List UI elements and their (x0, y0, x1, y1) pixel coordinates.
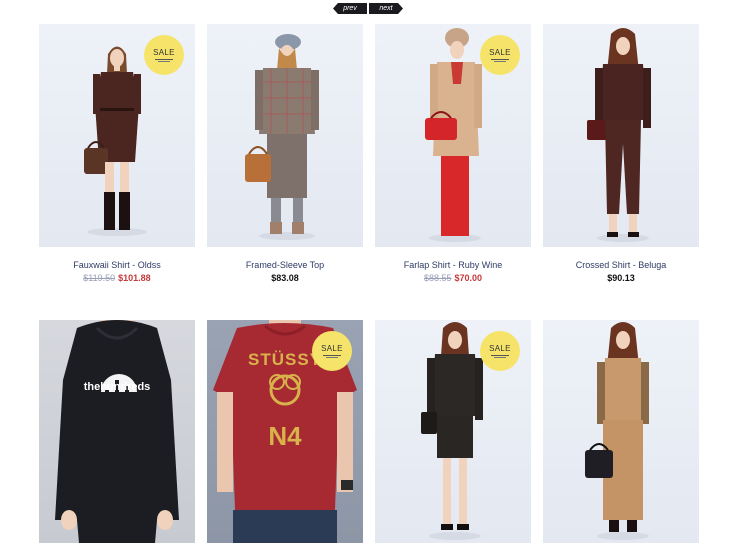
product-title[interactable]: Crossed Shirt - Beluga (543, 260, 699, 270)
product-image[interactable]: SALE (375, 24, 531, 247)
next-button[interactable]: next (369, 3, 403, 14)
prev-button[interactable]: prev (333, 3, 367, 14)
original-price: $119.50 (83, 273, 116, 283)
product-title[interactable]: Farlap Shirt - Ruby Wine (375, 260, 531, 270)
sale-price: $101.88 (118, 273, 151, 283)
model-figure-icon (587, 28, 651, 242)
sale-badge: SALE (480, 35, 520, 75)
product-image[interactable] (207, 24, 363, 247)
product-card[interactable]: thehundreds (39, 320, 195, 543)
price-line: $90.13 (543, 273, 699, 283)
product-card[interactable]: N4 STÜSSY SALE (207, 320, 363, 543)
brand-print-text: thehundreds (83, 381, 151, 393)
sale-badge-label: SALE (489, 344, 511, 353)
product-title[interactable]: Framed-Sleeve Top (207, 260, 363, 270)
product-card[interactable]: SALE Fauxwaii Shirt - Oldss $119.50 $101.… (39, 24, 195, 283)
sale-price: $70.00 (454, 273, 483, 283)
product-image[interactable] (543, 24, 699, 247)
model-figure-icon (55, 320, 179, 543)
product-image[interactable]: thehundreds (39, 320, 195, 543)
pagination: prev next (333, 3, 403, 14)
product-card[interactable]: Framed-Sleeve Top $83.08 (207, 24, 363, 283)
product-image[interactable]: N4 STÜSSY SALE (207, 320, 363, 543)
product-card[interactable]: SALE Farlap Shirt - Ruby Wine $88.55 $70.… (375, 24, 531, 283)
product-image[interactable]: SALE (39, 24, 195, 247)
price-line: $119.50 $101.88 (39, 273, 195, 283)
sale-badge-label: SALE (321, 344, 343, 353)
sale-badge: SALE (144, 35, 184, 75)
sale-badge-label: SALE (489, 48, 511, 57)
product-card[interactable]: SALE (375, 320, 531, 543)
price-line: $88.55 $70.00 (375, 273, 531, 283)
model-figure-icon (245, 34, 319, 240)
product-card[interactable]: Crossed Shirt - Beluga $90.13 (543, 24, 699, 283)
price-line: $83.08 (207, 273, 363, 283)
product-title[interactable]: Fauxwaii Shirt - Oldss (39, 260, 195, 270)
sale-badge-label: SALE (153, 48, 175, 57)
original-price: $88.55 (423, 273, 452, 283)
sale-badge: SALE (312, 331, 352, 371)
sale-badge: SALE (480, 331, 520, 371)
price: $83.08 (271, 273, 299, 283)
svg-text:N4: N4 (268, 421, 302, 451)
product-image[interactable]: SALE (375, 320, 531, 543)
model-figure-icon (585, 322, 649, 540)
product-card[interactable] (543, 320, 699, 543)
product-image[interactable] (543, 320, 699, 543)
price: $90.13 (607, 273, 635, 283)
